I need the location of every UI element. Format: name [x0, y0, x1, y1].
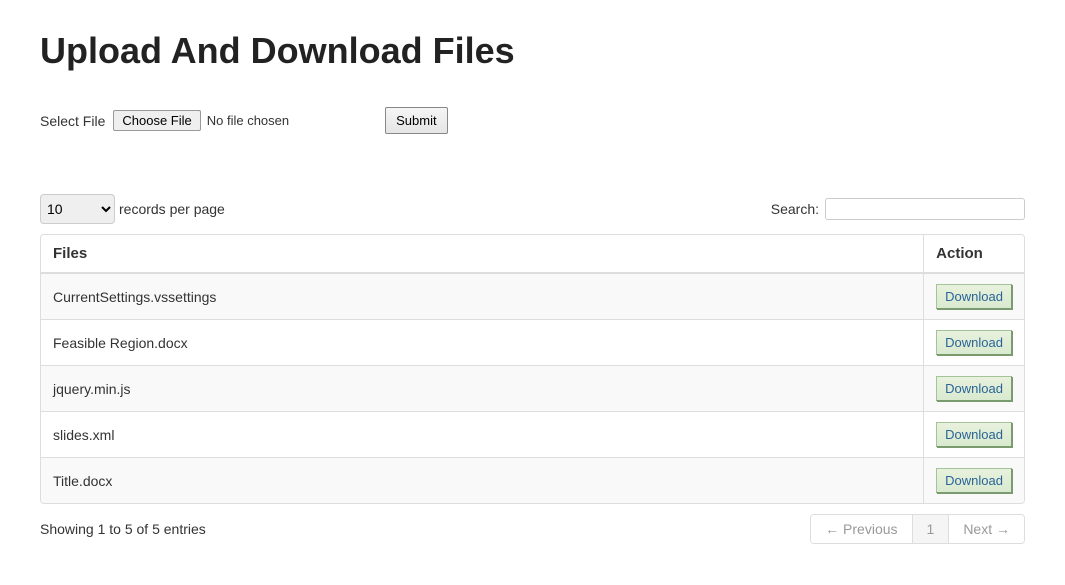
records-per-page-label: records per page: [119, 201, 225, 217]
table-row: jquery.min.js Download: [41, 365, 1024, 411]
table-info-text: Showing 1 to 5 of 5 entries: [40, 521, 206, 537]
select-file-label: Select File: [40, 113, 105, 129]
download-button[interactable]: Download: [936, 330, 1012, 355]
pagination: ← Previous 1 Next →: [810, 514, 1025, 544]
upload-section: Select File Choose File No file chosen S…: [40, 107, 1025, 134]
page-number-button[interactable]: 1: [912, 515, 949, 543]
download-button[interactable]: Download: [936, 284, 1012, 309]
search-label: Search:: [771, 201, 819, 217]
file-input[interactable]: Choose File No file chosen: [113, 110, 289, 131]
file-name-cell: Feasible Region.docx: [41, 319, 923, 365]
next-page-button[interactable]: Next →: [948, 515, 1024, 543]
no-file-chosen-text: No file chosen: [207, 113, 289, 128]
table-row: Feasible Region.docx Download: [41, 319, 1024, 365]
table-row: slides.xml Download: [41, 411, 1024, 457]
page-length-select[interactable]: 10: [40, 194, 115, 224]
download-button[interactable]: Download: [936, 376, 1012, 401]
submit-button[interactable]: Submit: [385, 107, 447, 134]
table-row: CurrentSettings.vssettings Download: [41, 273, 1024, 319]
table-controls: 10 records per page Search:: [40, 194, 1025, 224]
table-footer: Showing 1 to 5 of 5 entries ← Previous 1…: [40, 514, 1025, 544]
page-title: Upload And Download Files: [40, 30, 1025, 72]
column-header-action[interactable]: Action: [923, 235, 1024, 273]
download-button[interactable]: Download: [936, 468, 1012, 493]
choose-file-button[interactable]: Choose File: [113, 110, 200, 131]
table-row: Title.docx Download: [41, 457, 1024, 503]
files-table: Files Action CurrentSettings.vssettings …: [40, 234, 1025, 504]
column-header-files[interactable]: Files: [41, 235, 923, 273]
file-name-cell: Title.docx: [41, 457, 923, 503]
download-button[interactable]: Download: [936, 422, 1012, 447]
previous-page-button[interactable]: ← Previous: [811, 515, 911, 543]
file-name-cell: jquery.min.js: [41, 365, 923, 411]
file-name-cell: slides.xml: [41, 411, 923, 457]
search-input[interactable]: [825, 198, 1025, 220]
file-name-cell: CurrentSettings.vssettings: [41, 273, 923, 319]
